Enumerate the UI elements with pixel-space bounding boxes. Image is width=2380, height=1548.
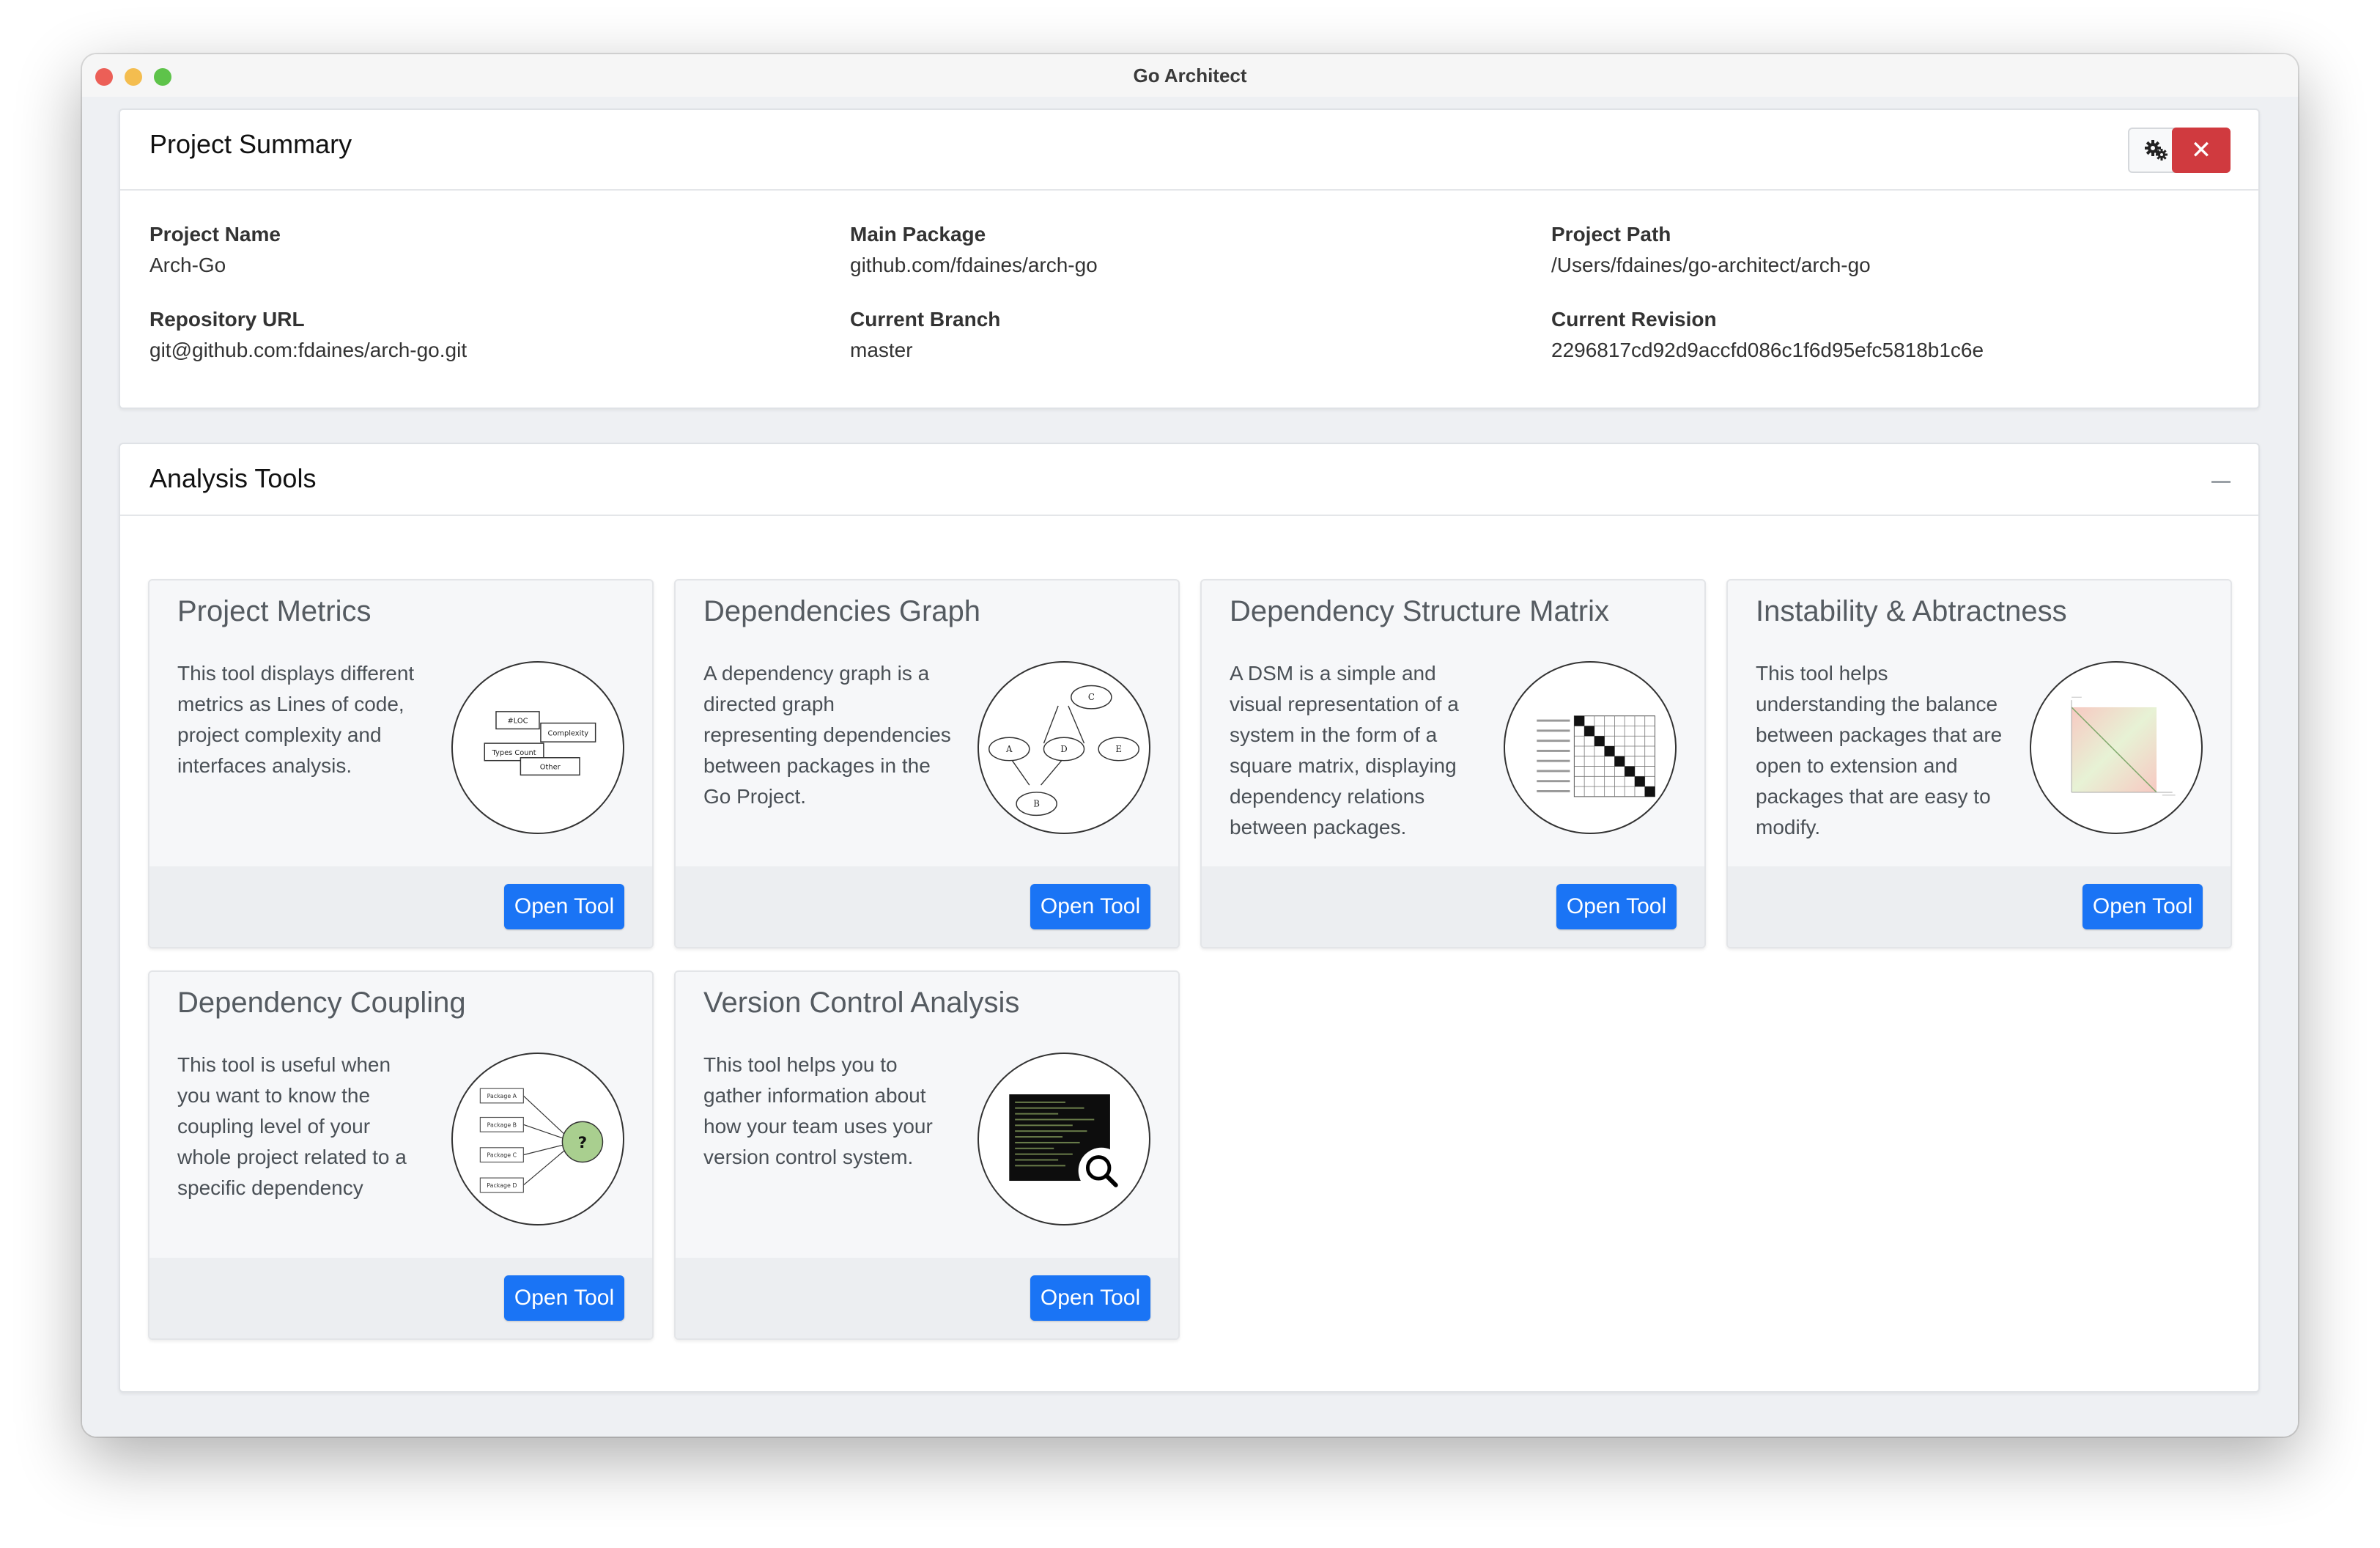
- tool-card-dependencies-graph: Dependencies Graph A dependency graph is…: [674, 579, 1180, 948]
- current-branch-label: Current Branch: [850, 308, 1001, 331]
- project-path-value: /Users/fdaines/go-architect/arch-go: [1551, 254, 1871, 276]
- coupling-label: Package C: [487, 1152, 517, 1159]
- metrics-label: Complexity: [548, 729, 589, 737]
- current-branch-value: master: [850, 339, 913, 361]
- panel-title: Project Summary: [149, 129, 352, 159]
- project-path-label: Project Path: [1551, 223, 1671, 246]
- close-icon: ✕: [2190, 136, 2212, 164]
- close-project-button[interactable]: ✕: [2172, 128, 2231, 173]
- card-footer: Open Tool: [149, 1258, 652, 1338]
- card-title: Dependency Structure Matrix: [1230, 595, 1610, 627]
- coupling-question-mark: ?: [578, 1134, 588, 1152]
- card-description: A DSM is a simple and visual representat…: [1230, 662, 1459, 838]
- card-description: A dependency graph is a directed graph r…: [703, 662, 951, 808]
- card-footer: Open Tool: [676, 1258, 1178, 1338]
- project-summary-panel: Project Summary ✕ Project Name Arch-Go M…: [119, 108, 2260, 409]
- version-control-illustration: [978, 1053, 1150, 1226]
- card-footer: Open Tool: [149, 866, 652, 947]
- main-package-label: Main Package: [850, 223, 986, 246]
- metrics-label: Types Count: [492, 749, 536, 757]
- coupling-label: Package B: [487, 1121, 517, 1128]
- open-tool-button[interactable]: Open Tool: [2082, 884, 2203, 929]
- analysis-tools-header: Analysis Tools: [120, 444, 2258, 516]
- main-content: Project Summary ✕ Project Name Arch-Go M…: [82, 97, 2298, 1437]
- tool-card-instability-abstractness: Instability & Abtractness This tool help…: [1726, 579, 2232, 948]
- card-footer: Open Tool: [1728, 866, 2231, 947]
- graph-node-label: B: [1033, 799, 1040, 809]
- window-title: Go Architect: [1133, 64, 1247, 86]
- project-summary-header: Project Summary ✕: [120, 110, 2258, 191]
- metrics-illustration: #LOC Complexity Types Count Other: [451, 661, 624, 834]
- card-description: This tool helps you to gather informatio…: [703, 1053, 933, 1168]
- instability-illustration: [2030, 661, 2203, 834]
- tool-card-version-control-analysis: Version Control Analysis This tool helps…: [674, 970, 1180, 1340]
- card-title: Instability & Abtractness: [1756, 595, 2067, 627]
- open-tool-button[interactable]: Open Tool: [504, 884, 624, 929]
- card-footer: Open Tool: [1202, 866, 1704, 947]
- tool-card-dependency-structure-matrix: Dependency Structure Matrix A DSM is a s…: [1200, 579, 1706, 948]
- repository-url-value: git@github.com:fdaines/arch-go.git: [149, 339, 468, 361]
- graph-node-label: C: [1088, 692, 1095, 702]
- current-revision-label: Current Revision: [1551, 308, 1717, 331]
- card-title: Project Metrics: [177, 595, 372, 627]
- open-tool-button[interactable]: Open Tool: [1556, 884, 1677, 929]
- graph-node-label: E: [1115, 744, 1122, 754]
- current-revision-value: 2296817cd92d9accfd086c1f6d95efc5818b1c6e: [1551, 339, 1984, 361]
- card-title: Dependencies Graph: [703, 595, 981, 627]
- card-description: This tool helps understanding the balanc…: [1756, 662, 2003, 838]
- dsm-illustration: [1504, 661, 1677, 834]
- main-package-value: github.com/fdaines/arch-go: [850, 254, 1098, 276]
- card-footer: Open Tool: [676, 866, 1178, 947]
- open-tool-button[interactable]: Open Tool: [1030, 1275, 1150, 1321]
- metrics-label: #LOC: [507, 718, 528, 726]
- title-bar: Go Architect: [82, 54, 2298, 97]
- repository-url-label: Repository URL: [149, 308, 305, 331]
- coupling-label: Package D: [487, 1182, 517, 1189]
- open-tool-button[interactable]: Open Tool: [1030, 884, 1150, 929]
- graph-illustration: C A D E B: [978, 661, 1150, 834]
- app-window: Go Architect Project Summary ✕ Project N…: [82, 54, 2298, 1437]
- analysis-tools-panel: Analysis Tools Project Metrics This tool…: [119, 443, 2260, 1393]
- open-tool-button[interactable]: Open Tool: [504, 1275, 624, 1321]
- metrics-label: Other: [540, 763, 561, 771]
- project-name-value: Arch-Go: [149, 254, 226, 276]
- graph-node-label: A: [1005, 744, 1013, 754]
- minus-icon[interactable]: [2211, 481, 2231, 483]
- card-title: Version Control Analysis: [703, 987, 1020, 1019]
- card-description: This tool displays different metrics as …: [177, 662, 415, 777]
- coupling-illustration: Package A Package B Package C Package D …: [451, 1053, 624, 1226]
- coupling-label: Package A: [487, 1093, 517, 1099]
- tool-card-project-metrics: Project Metrics This tool displays diffe…: [148, 579, 654, 948]
- graph-node-label: D: [1060, 744, 1067, 754]
- panel-title: Analysis Tools: [149, 463, 317, 493]
- card-title: Dependency Coupling: [177, 987, 466, 1019]
- tool-card-dependency-coupling: Dependency Coupling This tool is useful …: [148, 970, 654, 1340]
- project-name-label: Project Name: [149, 223, 281, 246]
- card-description: This tool is useful when you want to kno…: [177, 1053, 407, 1199]
